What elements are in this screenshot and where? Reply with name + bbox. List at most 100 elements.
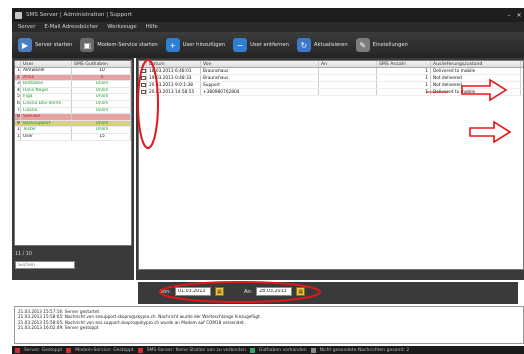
sms-credit: 10: [72, 68, 131, 74]
status-text: SMS-Server: Keine Station von zu verbind…: [146, 347, 246, 353]
status-text: Server: Gestoppt: [24, 347, 63, 353]
user-row[interactable]: 5 Inga Unlim: [15, 94, 131, 101]
status-text: Nicht gesendete Nachrichten gesamt: 2: [319, 347, 410, 353]
menu-bar: Server E-Mail Adressbücher Werkzeuge Hil…: [12, 22, 524, 32]
tools-icon: ✎: [355, 38, 370, 52]
to-date-label: An:: [243, 288, 253, 295]
user-table-header: User SMS Guthaben: [15, 61, 131, 68]
sms-credit: Unlim: [72, 100, 131, 107]
message-rows: 18.03.2013 6:48:01 Braunshaus 1 Delivered t…: [139, 68, 523, 96]
toolbar-button-tools[interactable]: ✎ Einstellungen: [355, 38, 408, 52]
sms-credit: Unlim: [72, 81, 131, 87]
message-sms-count: 1: [377, 68, 431, 74]
user-row[interactable]: 1 Almwandl 10: [15, 68, 131, 75]
sms-credit: Unlim: [72, 127, 131, 133]
col-sms-credit[interactable]: SMS Guthaben: [72, 61, 131, 67]
col-date[interactable]: Datum: [147, 61, 201, 67]
refresh-icon: ↻: [296, 38, 311, 52]
user-search-input[interactable]: [15, 261, 75, 269]
message-sms-count: 1: [377, 89, 431, 95]
col-icon[interactable]: [139, 61, 147, 67]
message-delivery-state: Not delivered: [431, 82, 521, 88]
user-row[interactable]: 10TesterUnlim: [15, 127, 131, 134]
sms-credit: 0: [72, 74, 131, 81]
calendar-icon[interactable]: ▦: [296, 287, 306, 296]
sms-credit: Unlim: [72, 94, 131, 100]
toolbar-button-label: User hinzufügen: [182, 42, 226, 48]
menu-server[interactable]: Server: [18, 24, 35, 30]
user-row[interactable]: 8 Seeuwe: [15, 114, 131, 121]
date-filter: Von: ▦ An: ▦: [160, 287, 306, 296]
user-remove-icon: −: [233, 38, 248, 52]
user-name: Liliana: [21, 107, 73, 114]
message-row[interactable]: 20.03.2013 9:0:1:38 Support 1 Not delivered: [139, 82, 523, 89]
message-cell-icon: [139, 82, 147, 88]
message-table-header: Datum Von An SMS Anzahl Auslieferungszus…: [139, 61, 523, 68]
sms-credit: Unlim: [72, 107, 131, 114]
message-table: Datum Von An SMS Anzahl Auslieferungszus…: [138, 60, 524, 270]
calendar-icon[interactable]: ▦: [214, 287, 224, 296]
user-name: Seeuwe: [21, 114, 73, 120]
message-to: [319, 75, 377, 81]
message-date: 20.03.2013 14:58:55: [147, 89, 201, 95]
window-title: SMS Server | Administration | Support: [26, 12, 132, 18]
status-indicator-icon: [310, 347, 316, 353]
message-row[interactable]: 18.03.2013 6:48:01 Braunshaus 1 Delivered t…: [139, 68, 523, 75]
message-from: Braunshaus: [201, 75, 319, 81]
message-date: 19.03.2013 0:48:33: [147, 75, 201, 81]
col-sms-count[interactable]: SMS Anzahl: [377, 61, 431, 67]
toolbar-button-user-remove[interactable]: − User entfernen: [233, 38, 289, 52]
to-date-input[interactable]: [256, 287, 293, 296]
minimize-button[interactable]: –: [504, 12, 514, 19]
message-sms-count: 1: [377, 82, 431, 88]
close-button[interactable]: ✕: [514, 12, 524, 19]
message-row[interactable]: 19.03.2013 0:48:33 Braunshaus 1 Not deliver…: [139, 75, 523, 82]
col-from[interactable]: Von: [201, 61, 319, 67]
user-name: Backsupport: [21, 120, 73, 127]
from-date-input[interactable]: [174, 287, 211, 296]
user-name: Tester: [21, 127, 73, 133]
toolbar-button-label: Aktualisieren: [313, 42, 348, 48]
toolbar-button-refresh[interactable]: ↻ Aktualisieren: [296, 38, 348, 52]
user-row[interactable]: 6 Liliana Dev-iberle Unlim: [15, 100, 131, 108]
envelope-icon: [141, 76, 146, 80]
user-name: Liliana Dev-iberle: [21, 100, 73, 107]
from-date-label: Von:: [160, 288, 171, 295]
message-row[interactable]: 20.03.2013 14:58:55 +380980702804 1 Deliver…: [139, 89, 523, 96]
message-cell-icon: [139, 68, 147, 74]
user-name: Bretzeles: [21, 81, 73, 87]
title-bar: SMS Server | Administration | Support – …: [12, 8, 524, 22]
sms-credit: Unlim: [72, 87, 131, 94]
sms-credit: Unlim: [72, 120, 131, 127]
col-to[interactable]: An: [319, 61, 377, 67]
toolbar-button-modem[interactable]: ▣ Modem-Service starten: [80, 38, 158, 52]
message-cell-icon: [139, 89, 147, 95]
user-name: Hans Nagel: [21, 87, 73, 94]
message-sms-count: 1: [377, 75, 431, 81]
toolbar-button-label: Einstellungen: [372, 42, 408, 48]
message-panel: Datum Von An SMS Anzahl Auslieferungszus…: [136, 58, 524, 280]
user-row[interactable]: 11User15: [15, 133, 131, 141]
message-delivery-state: Not delivered: [431, 75, 521, 81]
message-to: [319, 89, 377, 95]
user-row[interactable]: 9 Backsupport Unlim: [15, 120, 131, 128]
col-delivery-state[interactable]: Auslieferungszustand: [431, 61, 521, 67]
menu-email-addressbooks[interactable]: E-Mail Adressbücher: [44, 24, 98, 30]
toolbar-button-user-add[interactable]: + User hinzufügen: [165, 38, 226, 52]
col-user[interactable]: User: [21, 61, 73, 67]
sms-credit: [72, 114, 131, 120]
user-count: 11 / 10: [15, 252, 32, 257]
user-row[interactable]: 7 Liliana Unlim: [15, 107, 131, 115]
menu-tools[interactable]: Werkzeuge: [107, 24, 136, 30]
menu-help[interactable]: Hilfe: [146, 24, 158, 30]
status-indicator-icon: [249, 347, 255, 353]
user-name: Anna: [21, 74, 73, 81]
app-icon: [15, 11, 22, 19]
status-bar: Server: Gestoppt Modem-Service: Gestoppt S…: [12, 346, 524, 354]
user-row[interactable]: 4 Hans Nagel Unlim: [15, 87, 131, 95]
user-row[interactable]: 2 Anna 0: [15, 74, 131, 82]
user-rows: 1 Almwandl 10 2 Anna 0 3 Bretzeles Unlim 4 Hans Na…: [15, 68, 131, 141]
toolbar-button-server-start[interactable]: ▶ Server starten: [18, 38, 72, 52]
message-from: Support: [201, 82, 319, 88]
user-row[interactable]: 3 Bretzeles Unlim: [15, 81, 131, 88]
